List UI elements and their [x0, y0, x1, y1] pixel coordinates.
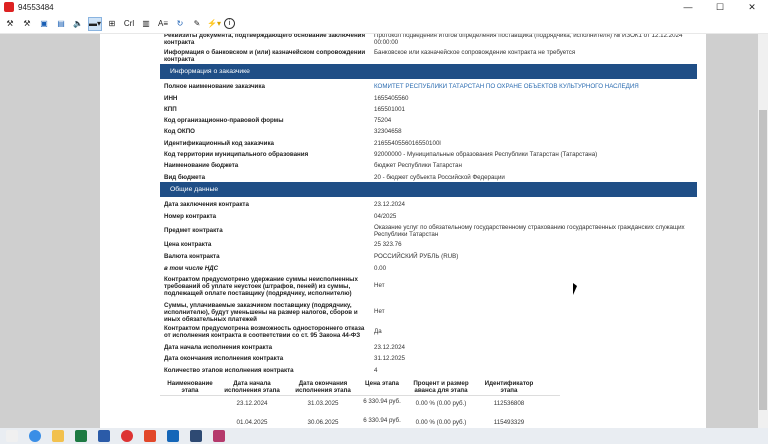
- vertical-scrollbar[interactable]: [758, 34, 768, 428]
- minimize-button[interactable]: —: [672, 0, 704, 14]
- page-icon[interactable]: ▤: [54, 17, 68, 31]
- row-end-date: Дата окончания исполнения контракта 31.12…: [164, 355, 405, 362]
- edge-icon[interactable]: [29, 430, 41, 442]
- row-kpp: КПП 165501001: [164, 106, 405, 113]
- row-vat: в том числе НДС 0.00: [164, 265, 387, 272]
- row-customer-id: Идентификационный код заказчика 216554055…: [164, 140, 441, 147]
- app-taskbar-icon[interactable]: [144, 430, 156, 442]
- taskbar: [0, 428, 768, 444]
- row-start-date: Дата начала исполнения контракта 23.12.20…: [164, 344, 405, 351]
- mouse-cursor-icon: [573, 283, 577, 295]
- header-stage-price: Цена этапа: [365, 380, 399, 387]
- chrome-icon[interactable]: [121, 430, 133, 442]
- document-view: Реквизиты документа, подтверждающего осн…: [100, 34, 706, 428]
- barcode-icon[interactable]: ▥: [139, 17, 153, 31]
- row-tax-reduction: Суммы, уплачиваемые заказчиком поставщик…: [164, 302, 385, 323]
- align-button[interactable]: A≡: [156, 17, 170, 31]
- row-contract-subject: Предмет контракта Оказание услуг по обяза…: [164, 224, 685, 238]
- folder-icon[interactable]: [52, 430, 64, 442]
- left-margin-pane: [0, 34, 100, 428]
- scroll-thumb[interactable]: [759, 110, 767, 410]
- row-doc-basis: Реквизиты документа, подтверждающего осн…: [164, 34, 683, 46]
- info-icon[interactable]: i: [224, 18, 236, 29]
- outlook-icon[interactable]: [167, 430, 179, 442]
- row-inn: ИНН 1655405560: [164, 95, 409, 102]
- section-customer: Информация о заказчике: [160, 64, 697, 79]
- app-icon: [4, 2, 14, 12]
- row-budget-name: Наименование бюджета бюджет Республики Та…: [164, 162, 462, 169]
- view-dropdown-button[interactable]: ▬▾: [88, 16, 103, 31]
- row-contract-number: Номер контракта 04/2025: [164, 213, 397, 220]
- right-margin-pane: [706, 34, 758, 428]
- hammer-icon[interactable]: ⚒: [20, 17, 34, 31]
- header-stage-advance: Процент и размер аванса для этапа: [413, 380, 469, 394]
- section-general: Общие данные: [160, 182, 697, 197]
- yandex-icon[interactable]: [190, 430, 202, 442]
- row-currency: Валюта контракта РОССИЙСКИЙ РУБЛЬ (RUB): [164, 253, 459, 260]
- table-divider: [160, 395, 560, 396]
- row-contract-date: Дата заключения контракта 23.12.2024: [164, 201, 405, 208]
- row-okopf: Код организационно-правовой формы 75204: [164, 117, 392, 124]
- row-budget-type: Вид бюджета 20 - бюджет субъекта Российск…: [164, 174, 505, 181]
- window-controls: — ☐ ✕: [672, 0, 768, 14]
- grid-icon[interactable]: ⊞: [105, 17, 119, 31]
- customer-link[interactable]: КОМИТЕТ РЕСПУБЛИКИ ТАТАРСТАН ПО ОХРАНЕ О…: [374, 83, 704, 90]
- row-stage-count: Количество этапов исполнения контракта 4: [164, 367, 378, 374]
- row-unilateral-refusal: Контрактом предусмотрена возможность одн…: [164, 325, 382, 339]
- header-stage-id: Идентификатор этапа: [484, 380, 534, 394]
- windows-start-icon[interactable]: [6, 430, 18, 442]
- maximize-button[interactable]: ☐: [704, 0, 736, 14]
- tool-icon[interactable]: ⚒: [3, 17, 17, 31]
- lightning-icon[interactable]: ⚡▾: [207, 17, 221, 31]
- word-icon[interactable]: [98, 430, 110, 442]
- header-stage-end: Дата окончания исполнения этапа: [295, 380, 351, 394]
- row-contract-price: Цена контракта 25 323.76: [164, 241, 402, 248]
- row-customer-name: Полное наименование заказчика КОМИТЕТ РЕС…: [164, 83, 704, 90]
- row-withholding: Контрактом предусмотрено удержание суммы…: [164, 276, 385, 297]
- crl-button[interactable]: Crl: [122, 17, 136, 31]
- close-button[interactable]: ✕: [736, 0, 768, 14]
- row-territory: Код территории муниципального образовани…: [164, 151, 598, 158]
- toolbar: ⚒ ⚒ ▣ ▤ 🔈 ▬▾ ⊞ Crl ▥ A≡ ↻ ✎ ⚡▾ i: [0, 14, 768, 34]
- row-bank-support: Информация о банковском и (или) казначей…: [164, 49, 576, 63]
- window-title: 94553484: [18, 2, 54, 12]
- pen-icon[interactable]: ✎: [190, 17, 204, 31]
- row-okpo: Код ОКПО 32304658: [164, 128, 402, 135]
- speaker-icon[interactable]: 🔈: [71, 17, 85, 31]
- save-icon[interactable]: ▣: [37, 17, 51, 31]
- header-stage-start: Дата начала исполнения этапа: [224, 380, 280, 394]
- calendar-icon[interactable]: [213, 430, 225, 442]
- excel-icon[interactable]: [75, 430, 87, 442]
- refresh-icon[interactable]: ↻: [173, 17, 187, 31]
- header-stage-name: Наименование этапа: [167, 380, 213, 394]
- title-bar: 94553484 — ☐ ✕: [0, 0, 768, 14]
